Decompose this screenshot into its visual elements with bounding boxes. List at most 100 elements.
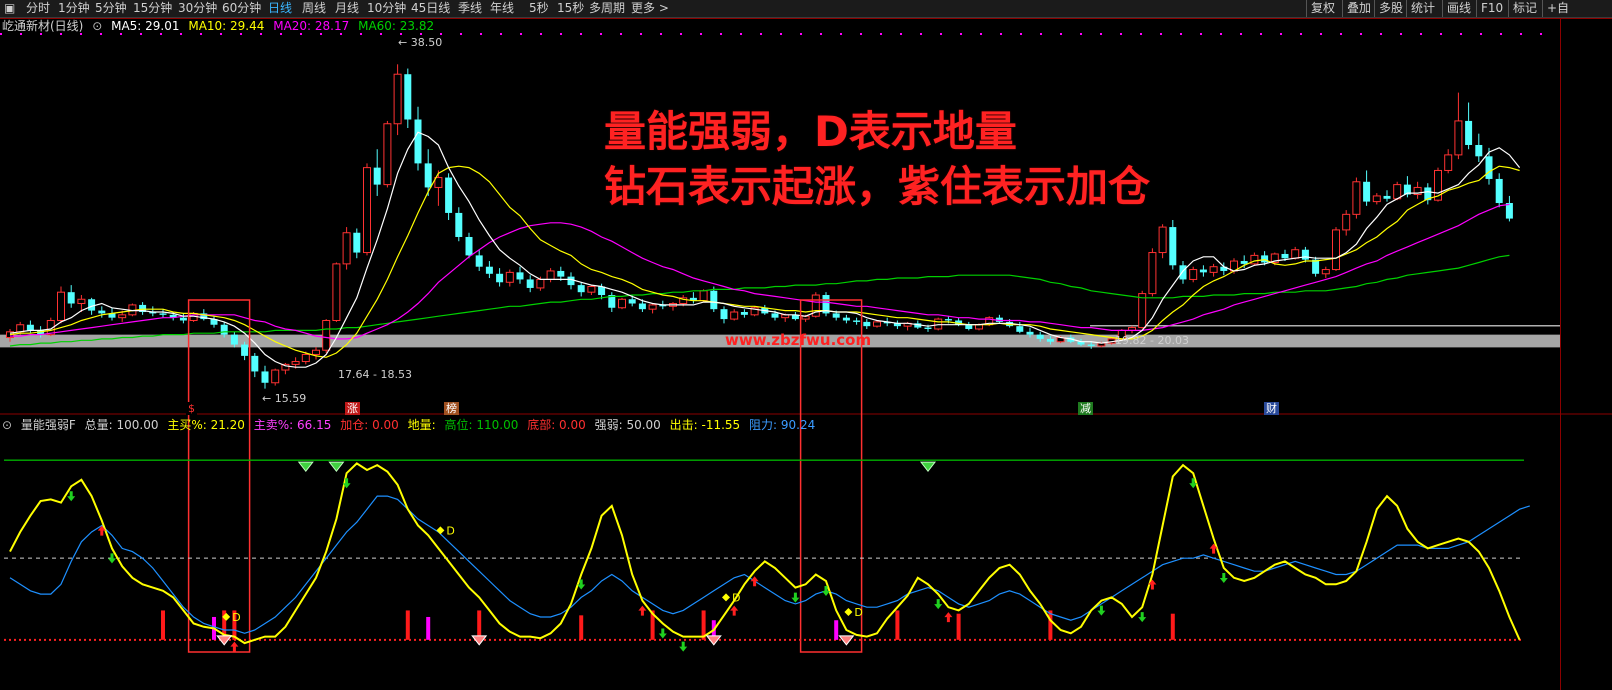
period-tab[interactable]: 5秒 bbox=[529, 1, 549, 16]
candle-body bbox=[1291, 249, 1300, 259]
period-tab[interactable]: 更多 > bbox=[631, 1, 669, 16]
toolbar-button[interactable]: 画线 bbox=[1442, 0, 1475, 17]
toolbar-button[interactable]: 多股 bbox=[1374, 0, 1407, 17]
buy-arrow bbox=[730, 605, 739, 616]
period-tab[interactable]: 5分钟 bbox=[95, 1, 127, 16]
candle-body bbox=[1138, 293, 1147, 329]
indicator-settings-icon[interactable]: ⊙ bbox=[2, 418, 12, 432]
period-tab[interactable]: 日线 bbox=[268, 1, 292, 16]
candle-body bbox=[291, 361, 300, 365]
add-position-bar bbox=[161, 610, 165, 640]
sell-arrow bbox=[934, 599, 943, 610]
candle-body bbox=[57, 291, 65, 321]
period-tab[interactable]: 周线 bbox=[302, 1, 326, 16]
candle-body bbox=[1505, 203, 1513, 219]
period-tab[interactable]: 季线 bbox=[458, 1, 482, 16]
period-tab[interactable]: 分时 bbox=[26, 1, 50, 16]
top-diamond bbox=[919, 461, 937, 472]
candle-body bbox=[934, 318, 943, 330]
candle-body bbox=[383, 123, 392, 186]
candle-body bbox=[842, 317, 850, 321]
sell-arrow bbox=[658, 628, 667, 639]
period-tab[interactable]: 10分钟 bbox=[367, 1, 406, 16]
period-tab[interactable]: 多周期 bbox=[589, 1, 625, 16]
add-position-bar bbox=[895, 610, 900, 640]
candle-body bbox=[1016, 326, 1024, 332]
event-tag[interactable]: 财 bbox=[1264, 402, 1279, 415]
candle-body bbox=[924, 327, 932, 329]
candle-body bbox=[342, 232, 351, 265]
ground-volume-label: D bbox=[232, 611, 240, 624]
candle-body bbox=[740, 312, 748, 315]
candle-body bbox=[496, 273, 504, 283]
candle-body bbox=[220, 324, 228, 335]
candle-body bbox=[853, 320, 861, 322]
toolbar-button[interactable]: 叠加 bbox=[1342, 0, 1375, 17]
candle-body bbox=[1465, 120, 1473, 145]
annotation-line-1: 量能强弱，D表示地量 bbox=[604, 107, 1017, 156]
period-tab[interactable]: 30分钟 bbox=[178, 1, 217, 16]
watermark: www.zbzfwu.com bbox=[725, 331, 872, 349]
period-tab[interactable]: 60分钟 bbox=[222, 1, 261, 16]
event-tag[interactable]: 涨 bbox=[345, 402, 360, 415]
candle-body bbox=[1372, 195, 1381, 203]
candle-body bbox=[832, 313, 840, 318]
candle-body bbox=[1495, 178, 1503, 204]
high-level: 高位: 110.00 bbox=[444, 418, 519, 432]
candle-body bbox=[1261, 255, 1269, 263]
sell-arrow bbox=[791, 592, 800, 603]
toolbar-button[interactable]: +自 bbox=[1542, 0, 1573, 17]
candle-body bbox=[771, 313, 779, 318]
sell-arrow bbox=[1097, 605, 1106, 616]
event-tag[interactable]: $ bbox=[186, 402, 197, 415]
candle-body bbox=[710, 290, 718, 310]
period-tab[interactable]: 45日线 bbox=[411, 1, 450, 16]
candle-body bbox=[271, 369, 280, 384]
candle-body bbox=[587, 286, 596, 293]
period-tab[interactable]: 1分钟 bbox=[58, 1, 90, 16]
event-tag[interactable]: 减 bbox=[1078, 402, 1093, 415]
toolbar-button[interactable]: 复权 bbox=[1306, 0, 1339, 17]
candle-body bbox=[1312, 259, 1320, 274]
candle-body bbox=[1189, 269, 1198, 280]
candle-body bbox=[546, 270, 555, 280]
candle-body bbox=[77, 298, 86, 305]
candle-body bbox=[485, 266, 493, 274]
candle-body bbox=[944, 319, 952, 321]
candle-body bbox=[67, 292, 75, 304]
event-tag[interactable]: 榜 bbox=[444, 402, 459, 415]
toolbar-menu-icon[interactable]: ▣ bbox=[4, 1, 15, 16]
candle-body bbox=[414, 119, 422, 164]
period-tab[interactable]: 月线 bbox=[335, 1, 359, 16]
candle-body bbox=[536, 278, 545, 289]
period-tab[interactable]: 年线 bbox=[490, 1, 514, 16]
sell-arrow bbox=[1138, 612, 1147, 623]
toolbar-button[interactable]: 标记 bbox=[1508, 0, 1541, 17]
candle-body bbox=[1352, 181, 1361, 215]
settings-icon[interactable]: ⊙ bbox=[92, 19, 102, 33]
candle-body bbox=[1148, 252, 1157, 295]
candle-body bbox=[1281, 253, 1289, 259]
candle-body bbox=[873, 321, 881, 327]
candle-body bbox=[179, 317, 187, 321]
candle-body bbox=[1342, 213, 1351, 231]
candle-body bbox=[159, 313, 167, 315]
candle-body bbox=[475, 255, 483, 267]
ground-volume-label: D bbox=[446, 524, 454, 537]
bottom-level: 底部: 0.00 bbox=[527, 418, 586, 432]
period-tab[interactable]: 15分钟 bbox=[133, 1, 172, 16]
candle-body bbox=[404, 74, 412, 120]
candle-body bbox=[965, 324, 973, 329]
candle-body bbox=[730, 311, 739, 320]
candle-body bbox=[118, 314, 127, 319]
stock-name[interactable]: 屹通新材(日线) bbox=[2, 19, 83, 33]
period-tab[interactable]: 15秒 bbox=[557, 1, 584, 16]
add-position-bar bbox=[405, 610, 410, 640]
toolbar-button[interactable]: 统计 bbox=[1406, 0, 1439, 17]
candle-body bbox=[567, 276, 575, 286]
candle-body bbox=[1383, 195, 1391, 199]
candle-body bbox=[628, 299, 636, 304]
toolbar-button[interactable]: F10 bbox=[1476, 0, 1507, 17]
candle-body bbox=[577, 285, 585, 293]
indicator-name[interactable]: 量能强弱F bbox=[21, 418, 76, 432]
